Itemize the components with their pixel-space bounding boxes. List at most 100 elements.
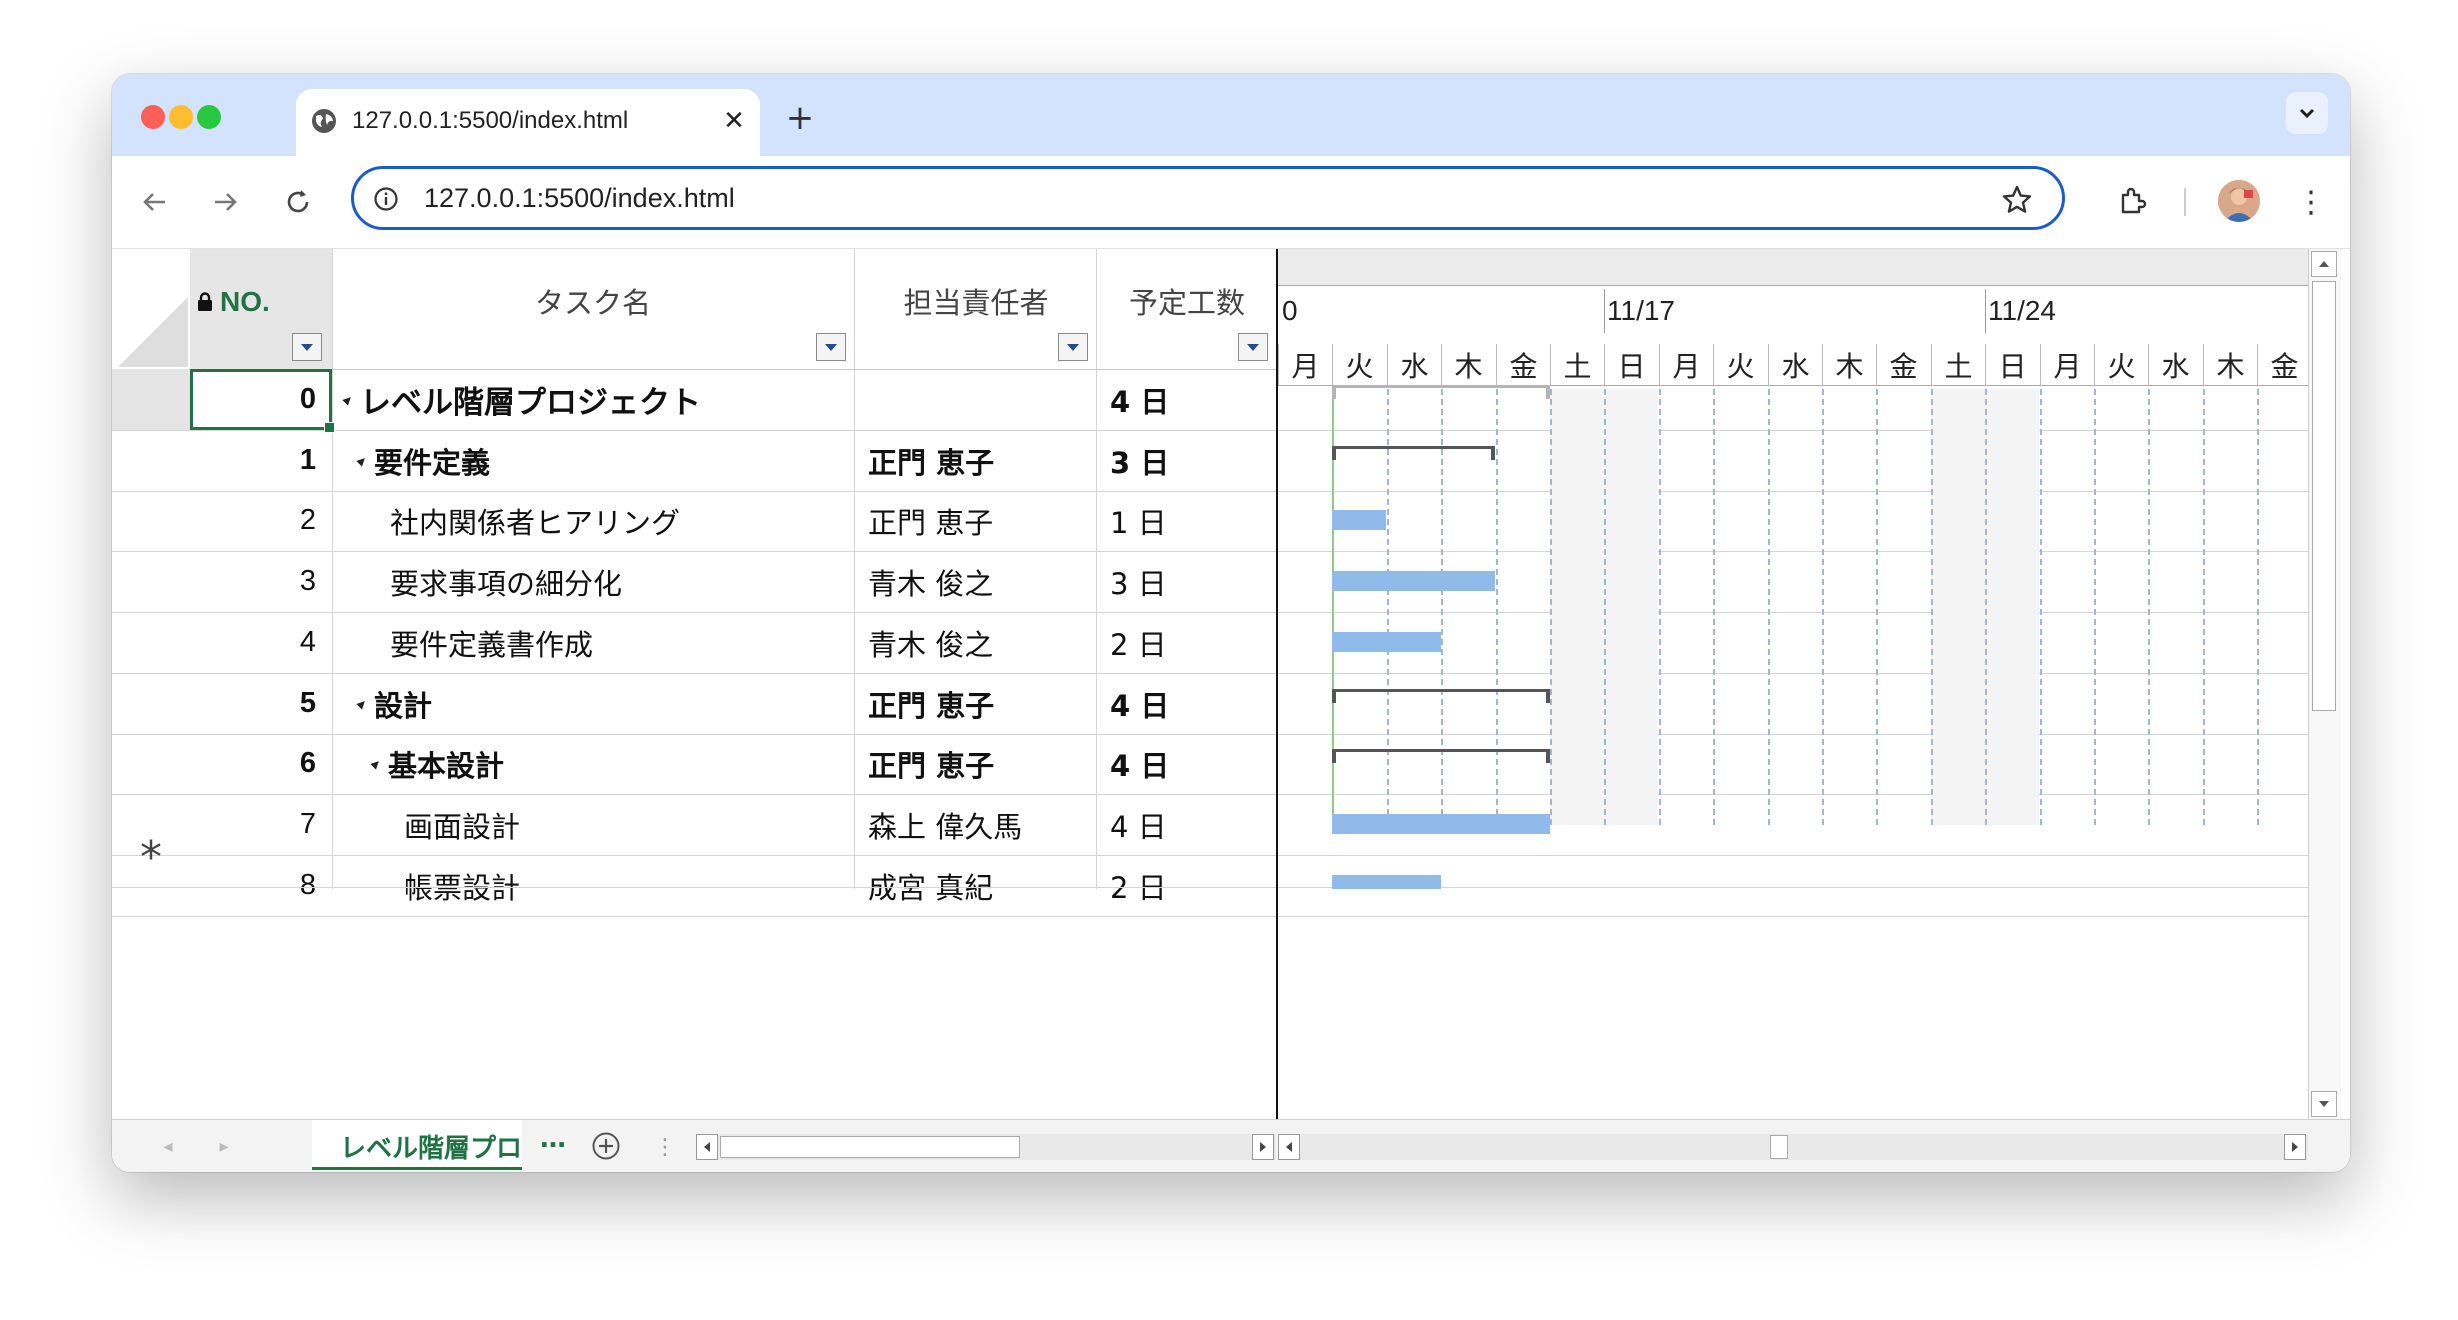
cell-owner[interactable]: 正門 恵子 <box>854 733 1096 794</box>
cell-effort[interactable]: 2 日 <box>1096 855 1276 916</box>
cell-no[interactable]: 4 <box>190 612 330 673</box>
cell-effort[interactable]: 1 日 <box>1096 490 1276 551</box>
cell-owner[interactable]: 青木 俊之 <box>854 551 1096 612</box>
filter-dropdown-owner[interactable] <box>1058 333 1088 361</box>
site-info-icon[interactable] <box>372 185 400 213</box>
cell-no[interactable]: 6 <box>190 733 330 794</box>
cell-no[interactable]: 1 <box>190 430 330 491</box>
browser-tab[interactable]: 127.0.0.1:5500/index.html ✕ <box>296 89 760 156</box>
close-window-button[interactable] <box>141 105 165 129</box>
cell-owner[interactable] <box>854 369 1096 430</box>
cell-effort[interactable]: 2 日 <box>1096 612 1276 673</box>
cell-no[interactable]: 8 <box>190 855 330 916</box>
vertical-scrollbar[interactable] <box>2308 249 2341 1119</box>
tab-title: 127.0.0.1:5500/index.html <box>352 107 629 134</box>
column-title-owner[interactable]: 担当責任者 <box>856 279 1096 323</box>
grid-scroll-thumb[interactable] <box>720 1136 1020 1158</box>
cell-no[interactable]: 3 <box>190 551 330 612</box>
task-bar[interactable] <box>1332 632 1441 652</box>
select-all-corner[interactable] <box>112 249 190 369</box>
filter-dropdown-no[interactable] <box>292 333 322 361</box>
chart-scroll-left[interactable] <box>1278 1134 1300 1160</box>
cell-owner[interactable]: 青木 俊之 <box>854 612 1096 673</box>
task-bar[interactable] <box>1332 875 1441 889</box>
cell-effort[interactable]: 4 日 <box>1096 794 1276 855</box>
cell-owner[interactable]: 正門 恵子 <box>854 430 1096 491</box>
cell-no[interactable]: 2 <box>190 490 330 551</box>
column-title-effort[interactable]: 予定工数 <box>1098 279 1276 323</box>
profile-avatar[interactable] <box>2218 180 2260 222</box>
vertical-scroll-thumb[interactable] <box>2312 281 2336 711</box>
sheet-prev-icon[interactable]: ◂ <box>156 1132 180 1160</box>
bookmark-star-icon[interactable] <box>2000 183 2034 217</box>
minimize-window-button[interactable] <box>169 105 193 129</box>
cell-task[interactable]: 要求事項の細分化 <box>332 551 854 612</box>
cell-owner[interactable]: 正門 恵子 <box>854 490 1096 551</box>
tab-search-button[interactable] <box>2286 92 2328 134</box>
row-header[interactable] <box>112 673 190 734</box>
forward-icon[interactable] <box>208 184 244 220</box>
cell-owner[interactable]: 正門 恵子 <box>854 673 1096 734</box>
cell-no[interactable]: 7 <box>190 794 330 855</box>
extensions-icon[interactable] <box>2114 182 2150 218</box>
cell-task[interactable]: 画面設計 <box>332 794 854 855</box>
collapse-toggle-icon[interactable] <box>356 697 368 710</box>
filter-dropdown-task[interactable] <box>816 333 846 361</box>
cell-owner[interactable]: 森上 偉久馬 <box>854 794 1096 855</box>
cell-task[interactable]: 帳票設計 <box>332 855 854 916</box>
add-sheet-icon[interactable] <box>590 1130 622 1162</box>
task-bar[interactable] <box>1332 571 1495 591</box>
cell-task[interactable]: 基本設計 <box>332 733 854 794</box>
summary-bar[interactable] <box>1332 446 1495 460</box>
summary-bar[interactable] <box>1332 749 1550 763</box>
cell-task[interactable]: 設計 <box>332 673 854 734</box>
cell-no[interactable]: 5 <box>190 673 330 734</box>
address-bar[interactable]: 127.0.0.1:5500/index.html <box>351 166 2065 230</box>
collapse-toggle-icon[interactable] <box>342 393 354 406</box>
reload-icon[interactable] <box>280 184 316 220</box>
cell-task[interactable]: 社内関係者ヒアリング <box>332 490 854 551</box>
cell-effort[interactable]: 4 日 <box>1096 673 1276 734</box>
task-bar[interactable] <box>1332 814 1550 834</box>
sheet-more[interactable]: … <box>540 1124 566 1154</box>
row-header[interactable] <box>112 551 190 612</box>
filter-dropdown-effort[interactable] <box>1238 333 1268 361</box>
chart-horizontal-scrollbar[interactable] <box>1278 1134 2308 1160</box>
cell-effort[interactable]: 4 日 <box>1096 369 1276 430</box>
new-row-marker[interactable]: * <box>112 827 190 887</box>
new-tab-icon[interactable]: + <box>784 98 816 138</box>
cell-effort[interactable]: 3 日 <box>1096 551 1276 612</box>
row-header[interactable] <box>112 733 190 794</box>
column-title-task[interactable]: タスク名 <box>332 279 854 323</box>
cell-effort[interactable]: 3 日 <box>1096 430 1276 491</box>
zoom-window-button[interactable] <box>197 105 221 129</box>
scroll-down-button[interactable] <box>2311 1091 2337 1117</box>
grid-horizontal-scrollbar[interactable] <box>696 1134 1276 1160</box>
cell-task[interactable]: レベル階層プロジェクト <box>332 369 854 430</box>
collapse-toggle-icon[interactable] <box>356 454 368 467</box>
chart-scroll-thumb[interactable] <box>1770 1135 1788 1159</box>
cell-owner[interactable]: 成宮 真紀 <box>854 855 1096 916</box>
summary-bar[interactable] <box>1332 689 1550 703</box>
close-tab-icon[interactable]: ✕ <box>720 106 748 136</box>
chart-scroll-right[interactable] <box>2284 1134 2306 1160</box>
back-icon[interactable] <box>136 184 172 220</box>
row-header[interactable] <box>112 612 190 673</box>
row-header-selected[interactable] <box>112 369 190 430</box>
grid-scroll-right[interactable] <box>1252 1134 1274 1160</box>
sheet-next-icon[interactable]: ▸ <box>212 1132 236 1160</box>
collapse-toggle-icon[interactable] <box>370 757 382 770</box>
row-header[interactable] <box>112 430 190 491</box>
more-options-icon[interactable]: ⋮ <box>2296 184 2326 220</box>
cell-task[interactable]: 要件定義 <box>332 430 854 491</box>
scroll-up-button[interactable] <box>2311 251 2337 277</box>
task-bar[interactable] <box>1332 510 1386 530</box>
cell-effort[interactable]: 4 日 <box>1096 733 1276 794</box>
splitter-handle-icon[interactable]: ⋮ <box>654 1132 676 1162</box>
project-bar[interactable] <box>1332 385 1550 399</box>
sheet-tab[interactable]: レベル階層プロ <box>312 1120 522 1170</box>
cell-task[interactable]: 要件定義書作成 <box>332 612 854 673</box>
grid-scroll-left[interactable] <box>696 1134 718 1160</box>
row-header[interactable] <box>112 490 190 551</box>
url-text[interactable]: 127.0.0.1:5500/index.html <box>424 183 735 214</box>
